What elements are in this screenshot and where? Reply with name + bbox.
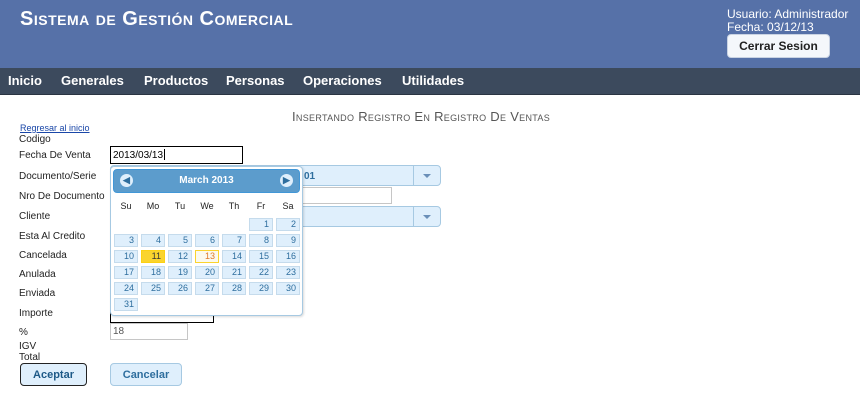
calendar-day[interactable]: 9 — [276, 234, 300, 247]
weekday-header: Mo — [146, 201, 160, 211]
documento-serie-value: 01 — [304, 171, 316, 182]
nav-item-operaciones[interactable]: Operaciones — [303, 73, 382, 88]
fecha-venta-value: 2013/03/13 — [113, 150, 164, 161]
calendar-day[interactable]: 20 — [195, 266, 219, 279]
weekday-header: Tu — [174, 201, 186, 211]
back-to-home-link[interactable]: Regresar al inicio — [20, 123, 90, 133]
calendar-day[interactable]: 6 — [195, 234, 219, 247]
fecha-venta-input[interactable]: 2013/03/13 — [110, 146, 243, 164]
weekday-header: Fr — [256, 201, 266, 211]
label-anulada: Anulada — [19, 269, 56, 280]
app-header: Sistema de Gestión Comercial Usuario: Ad… — [0, 0, 860, 68]
label-igv: IGV — [19, 341, 37, 352]
label-importe: Importe — [19, 308, 53, 319]
calendar-day[interactable]: 4 — [141, 234, 165, 247]
main-nav: Inicio Generales Productos Personas Oper… — [0, 68, 860, 95]
datepicker-popup: ◀ March 2013 ▶ Su Mo Tu We Th Fr Sa 1 2 3 4 5 6 7 8 9 10… — [110, 166, 303, 316]
weekday-header: We — [200, 201, 214, 211]
page-title: Insertando Registro En Registro De Venta… — [292, 109, 551, 124]
calendar-day[interactable]: 17 — [114, 266, 138, 279]
next-month-icon[interactable]: ▶ — [280, 174, 293, 187]
calendar-day[interactable]: 10 — [114, 250, 138, 263]
calendar-day[interactable]: 25 — [141, 282, 165, 295]
accept-button[interactable]: Aceptar — [20, 363, 87, 386]
porcentaje-input[interactable]: 18 — [110, 323, 188, 340]
calendar-day[interactable]: 18 — [141, 266, 165, 279]
weekday-header: Th — [228, 201, 240, 211]
calendar-day[interactable]: 26 — [168, 282, 192, 295]
calendar-day[interactable]: 8 — [249, 234, 273, 247]
nav-item-utilidades[interactable]: Utilidades — [402, 73, 464, 88]
calendar-day[interactable]: 31 — [114, 298, 138, 311]
logout-button[interactable]: Cerrar Sesion — [727, 34, 830, 58]
porcentaje-value: 18 — [113, 326, 125, 337]
label-total: Total — [19, 352, 41, 363]
calendar-day[interactable]: 19 — [168, 266, 192, 279]
calendar-day[interactable]: 1 — [249, 218, 273, 231]
text-caret — [164, 149, 166, 160]
calendar-day[interactable]: 2 — [276, 218, 300, 231]
session-date-text: Fecha: 03/12/13 — [727, 20, 814, 34]
label-porcentaje: % — [19, 327, 28, 338]
nro-documento-input[interactable] — [300, 187, 392, 204]
datepicker-header: ◀ March 2013 ▶ — [113, 169, 300, 193]
calendar-day[interactable]: 29 — [249, 282, 273, 295]
label-codigo: Codigo — [19, 134, 51, 145]
label-cancelada: Cancelada — [19, 250, 67, 261]
cancel-button[interactable]: Cancelar — [110, 363, 182, 386]
calendar-day[interactable]: 28 — [222, 282, 246, 295]
label-cliente: Cliente — [19, 211, 51, 222]
calendar-day[interactable]: 15 — [249, 250, 273, 263]
label-fecha-venta: Fecha De Venta — [19, 150, 91, 161]
label-enviada: Enviada — [19, 288, 56, 299]
calendar-day[interactable]: 21 — [222, 266, 246, 279]
label-credito: Esta Al Credito — [19, 231, 86, 242]
calendar-day[interactable]: 16 — [276, 250, 300, 263]
chevron-down-icon[interactable] — [413, 166, 440, 185]
calendar-day[interactable]: 30 — [276, 282, 300, 295]
calendar-day[interactable]: 11 — [141, 250, 165, 263]
calendar-day[interactable]: 3 — [114, 234, 138, 247]
weekday-header: Sa — [282, 201, 294, 211]
nav-item-productos[interactable]: Productos — [144, 73, 208, 88]
calendar-day[interactable]: 13 — [195, 250, 219, 263]
calendar-day[interactable]: 23 — [276, 266, 300, 279]
datepicker-month-title: March 2013 — [179, 175, 234, 186]
calendar-day[interactable]: 24 — [114, 282, 138, 295]
label-nro-documento: Nro De Documento — [19, 191, 105, 202]
calendar-day[interactable]: 7 — [222, 234, 246, 247]
calendar-day[interactable]: 22 — [249, 266, 273, 279]
user-info: Usuario: Administrador Fecha: 03/12/13 — [727, 8, 848, 34]
weekday-header: Su — [120, 201, 132, 211]
label-documento-serie: Documento/Serie — [19, 171, 97, 182]
nav-item-inicio[interactable]: Inicio — [8, 73, 42, 88]
app-title: Sistema de Gestión Comercial — [20, 8, 294, 30]
calendar-day[interactable]: 14 — [222, 250, 246, 263]
nav-item-generales[interactable]: Generales — [61, 73, 124, 88]
calendar-day[interactable]: 5 — [168, 234, 192, 247]
calendar-day[interactable]: 27 — [195, 282, 219, 295]
calendar-day[interactable]: 12 — [168, 250, 192, 263]
nav-item-personas[interactable]: Personas — [226, 73, 285, 88]
chevron-down-icon[interactable] — [413, 207, 440, 226]
